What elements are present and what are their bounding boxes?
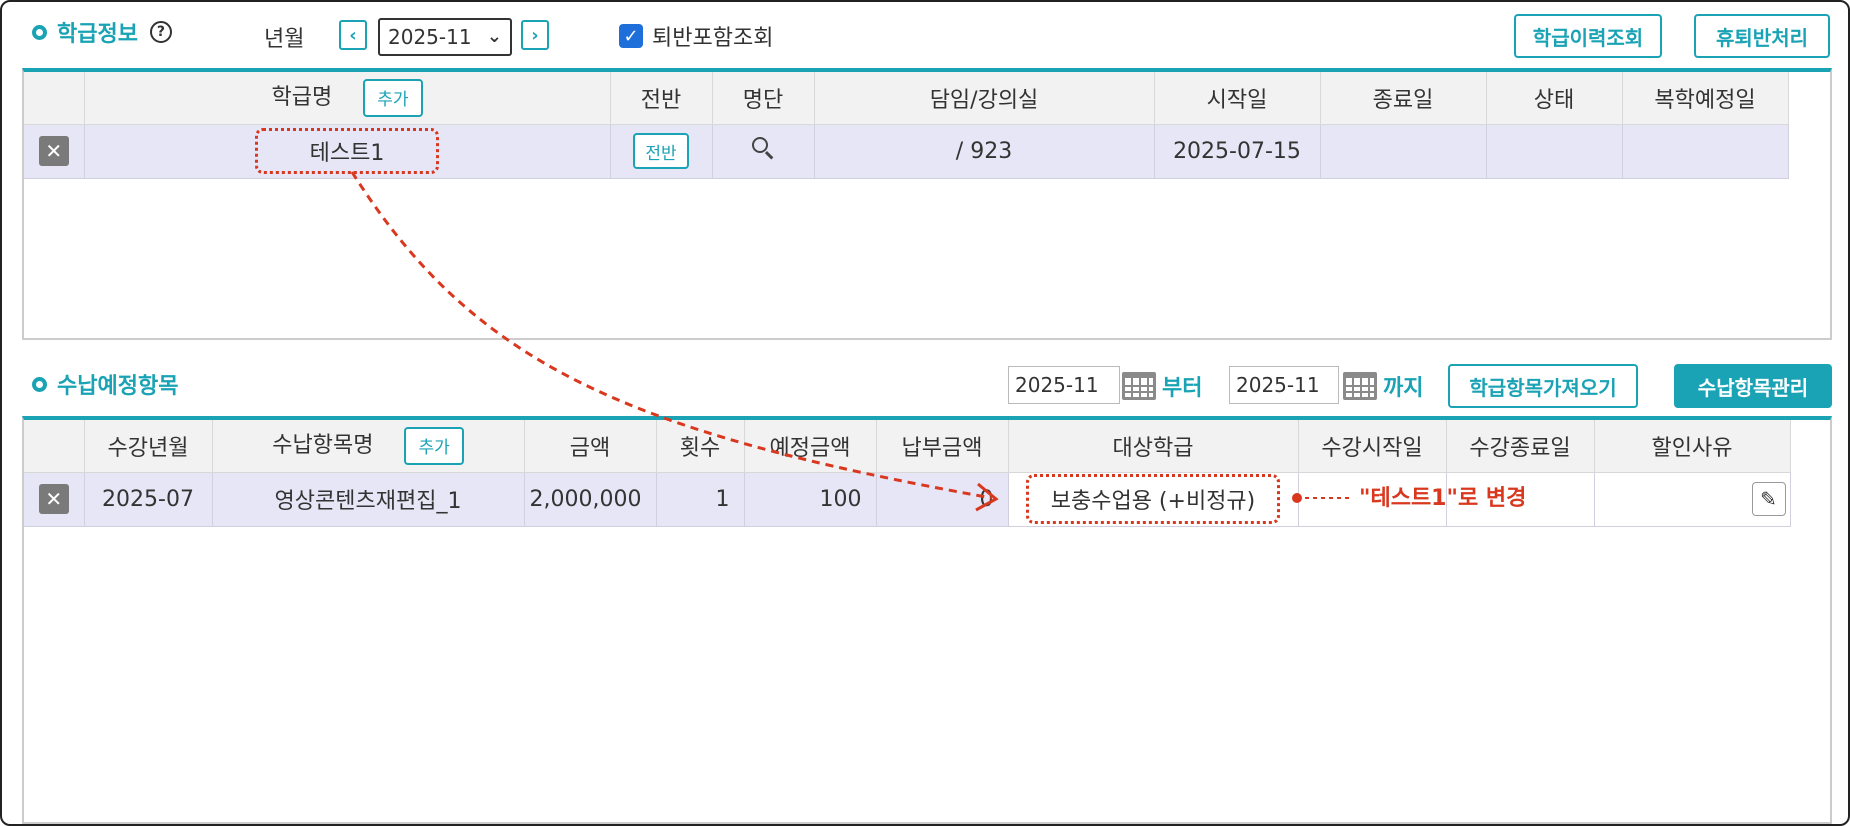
chevron-left-icon: ‹ [349, 24, 357, 46]
manage-payment-items-button[interactable]: 수납항목관리 [1674, 364, 1832, 408]
roster-cell [712, 124, 815, 179]
col-item-name-label: 수납항목명 [272, 432, 374, 458]
class-table: 학급명 추가 전반 명단 담임/강의실 시작일 종료일 상태 복학예정일 ✕ 테… [24, 72, 1789, 179]
col-count: 횟수 [656, 420, 745, 473]
calendar-icon[interactable] [1343, 372, 1377, 400]
col-select [24, 72, 85, 125]
target-class-cell: 보충수업용 (+비정규) [1008, 472, 1299, 527]
year-month-select[interactable]: 2025-11 ⌄ [378, 18, 512, 56]
col-course-start: 수강시작일 [1298, 420, 1447, 473]
chevron-down-icon: ⌄ [486, 26, 502, 47]
next-month-button[interactable]: › [521, 20, 549, 50]
include-withdrawn-checkbox[interactable]: ✓ [619, 24, 643, 48]
year-month-value: 2025-11 [388, 25, 472, 49]
teacher-room-cell: / 923 [814, 124, 1155, 179]
from-label: 부터 [1162, 376, 1203, 401]
end-date-cell [1320, 124, 1487, 179]
payment-items-title-text: 수납예정항목 [57, 374, 179, 399]
from-month-input[interactable]: 2025-11 [1008, 366, 1120, 404]
calendar-icon[interactable] [1122, 372, 1156, 400]
return-date-cell [1622, 124, 1789, 179]
to-month-input[interactable]: 2025-11 [1229, 366, 1339, 404]
class-info-title-text: 학급정보 [57, 22, 138, 47]
col-start-date: 시작일 [1154, 72, 1321, 125]
col-item-name: 수납항목명 추가 [212, 420, 525, 473]
target-class-highlight: 보충수업용 (+비정규) [1025, 474, 1281, 524]
status-cell [1486, 124, 1623, 179]
section-bullet-icon [32, 24, 47, 40]
year-month-label: 년월 [264, 27, 305, 52]
prev-month-button[interactable]: ‹ [339, 20, 367, 50]
table-row[interactable]: ✕ 테스트1 전반 / 923 2025-07-15 [24, 124, 1789, 179]
col-class-name-label: 학급명 [271, 84, 333, 110]
col-end-date: 종료일 [1320, 72, 1487, 125]
col-course-end: 수강종료일 [1446, 420, 1595, 473]
delete-x-icon[interactable]: ✕ [38, 484, 69, 514]
item-name-cell: 영상콘텐츠재편집_1 [212, 472, 525, 527]
class-history-button[interactable]: 학급이력조회 [1514, 14, 1662, 58]
add-item-button[interactable]: 추가 [404, 426, 464, 465]
to-label: 까지 [1383, 376, 1424, 401]
payment-items-title: 수납예정항목 [32, 368, 178, 400]
amount-cell: 2,000,000 [524, 472, 657, 527]
year-month-cell: 2025-07 [84, 472, 213, 527]
col-return-date: 복학예정일 [1622, 72, 1789, 125]
col-amount: 금액 [524, 420, 657, 473]
import-class-items-button[interactable]: 학급항목가져오기 [1448, 364, 1638, 408]
discount-reason-cell: ✎ [1594, 472, 1791, 527]
col-class-name: 학급명 추가 [84, 72, 611, 125]
question-circle-icon[interactable]: ? [149, 21, 172, 43]
col-discount-reason: 할인사유 [1594, 420, 1791, 473]
section-bullet-icon [32, 376, 47, 392]
row-select-cell: ✕ [24, 472, 85, 527]
col-target-class: 대상학급 [1008, 420, 1299, 473]
add-class-button[interactable]: 추가 [363, 78, 423, 117]
search-icon[interactable] [750, 135, 776, 161]
class-table-header: 학급명 추가 전반 명단 담임/강의실 시작일 종료일 상태 복학예정일 [24, 72, 1789, 125]
expected-amount-cell: 100 [744, 472, 877, 527]
payment-table-header: 수강년월 수납항목명 추가 금액 횟수 예정금액 납부금액 대상학급 수강시작일… [24, 420, 1791, 473]
class-info-title: 학급정보 ? [32, 16, 172, 48]
count-cell: 1 [656, 472, 745, 527]
transfer-cell: 전반 [610, 124, 713, 179]
target-class-value[interactable]: 보충수업용 (+비정규) [1051, 489, 1256, 514]
col-year-month: 수강년월 [84, 420, 213, 473]
payment-grid: 수강년월 수납항목명 추가 금액 횟수 예정금액 납부금액 대상학급 수강시작일… [22, 416, 1832, 824]
col-paid-amount: 납부금액 [876, 420, 1009, 473]
col-roster: 명단 [712, 72, 815, 125]
include-withdrawn-label: 퇴반포함조회 [652, 26, 774, 51]
chevron-right-icon: › [531, 24, 539, 46]
class-name-cell: 테스트1 [84, 124, 611, 179]
annotation-text: "테스트1"로 변경 [1359, 486, 1527, 511]
class-name-highlight: 테스트1 [254, 128, 440, 174]
delete-x-icon[interactable]: ✕ [38, 136, 69, 166]
class-name-value[interactable]: 테스트1 [310, 141, 385, 166]
transfer-button[interactable]: 전반 [633, 133, 689, 169]
col-expected-amount: 예정금액 [744, 420, 877, 473]
col-select [24, 420, 85, 473]
pencil-edit-icon[interactable]: ✎ [1751, 482, 1786, 516]
leave-process-button[interactable]: 휴퇴반처리 [1694, 14, 1830, 58]
row-select-cell: ✕ [24, 124, 85, 179]
col-teacher-room: 담임/강의실 [814, 72, 1155, 125]
window-frame: 학급정보 ? 년월 ‹ 2025-11 ⌄ › ✓ 퇴반포함조회 학급이력조회 … [0, 0, 1850, 826]
col-transfer: 전반 [610, 72, 713, 125]
paid-amount-cell: 0 [876, 472, 1009, 527]
class-grid: 학급명 추가 전반 명단 담임/강의실 시작일 종료일 상태 복학예정일 ✕ 테… [22, 68, 1832, 340]
col-status: 상태 [1486, 72, 1623, 125]
start-date-cell: 2025-07-15 [1154, 124, 1321, 179]
checkmark-icon: ✓ [623, 25, 639, 47]
